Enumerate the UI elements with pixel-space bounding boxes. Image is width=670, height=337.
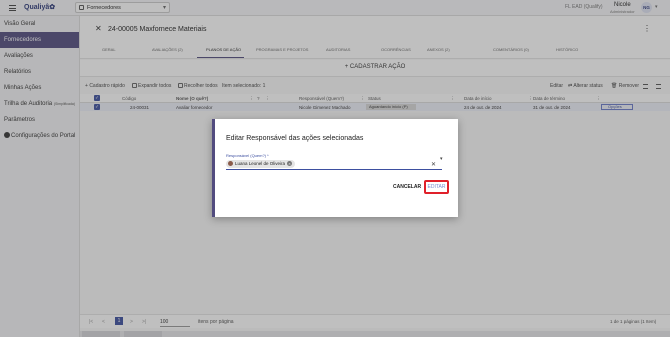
chip-label: Luana Leonel de Oliveira (235, 161, 286, 166)
edit-responsible-dialog: Editar Responsável das ações selecionada… (212, 119, 458, 217)
clear-icon[interactable]: ✕ (431, 161, 436, 168)
edit-confirm-button[interactable]: EDITAR (424, 180, 449, 194)
remove-chip-icon[interactable]: × (287, 161, 293, 166)
selected-user-chip[interactable]: Luana Leonel de Oliveira × (226, 160, 296, 168)
dialog-accent-bar (212, 119, 215, 217)
responsible-field[interactable]: Luana Leonel de Oliveira × ✕ (226, 159, 442, 170)
dialog-title: Editar Responsável das ações selecionada… (226, 135, 364, 142)
cancel-button[interactable]: CANCELAR (393, 184, 421, 190)
dropdown-arrow-icon[interactable]: ▾ (440, 156, 443, 162)
responsible-field-label: Responsável (Quem?) * (226, 153, 269, 158)
user-avatar-icon (228, 161, 233, 166)
